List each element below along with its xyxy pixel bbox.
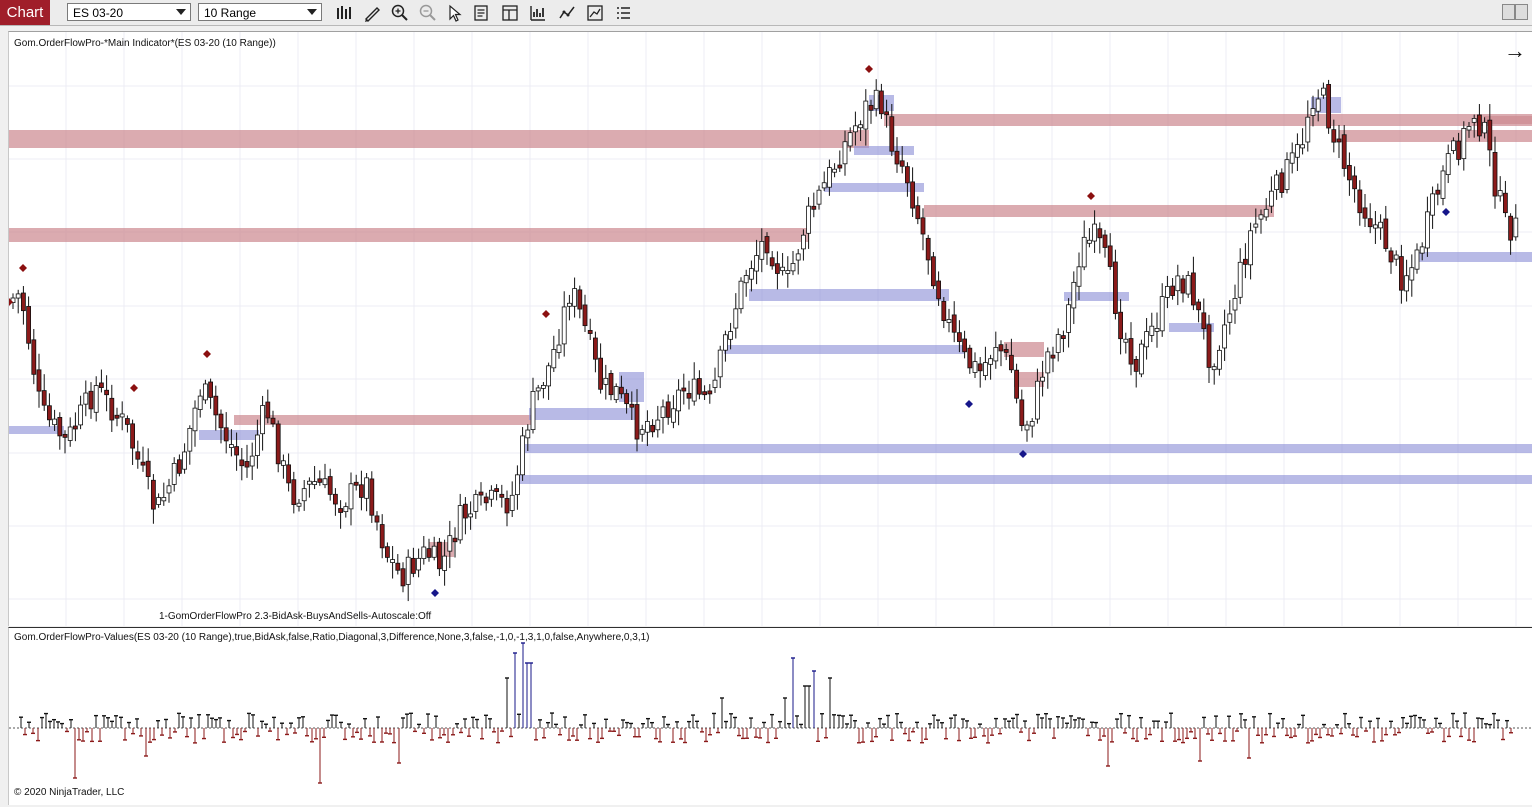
chart-tab[interactable]: Chart (0, 0, 50, 25)
pointer-icon[interactable] (445, 3, 465, 23)
values-histogram[interactable] (9, 628, 1532, 805)
chart-trader-icon[interactable] (528, 3, 548, 23)
values-panel[interactable]: Gom.OrderFlowPro-Values(ES 03-20 (10 Ran… (8, 627, 1532, 805)
restore-button[interactable] (1502, 4, 1515, 20)
indicators-icon[interactable] (557, 3, 577, 23)
window-controls (1502, 4, 1528, 22)
chart-toolbar: Chart ES 03-20 10 Range (0, 0, 1532, 26)
templates-icon[interactable] (500, 3, 520, 23)
price-panel[interactable]: Gom.OrderFlowPro-*Main Indicator*(ES 03-… (8, 31, 1532, 626)
bar-style-icon[interactable] (334, 3, 354, 23)
copyright-label: © 2020 NinjaTrader, LLC (14, 787, 125, 798)
properties-icon[interactable] (613, 3, 633, 23)
bar-type-value: 10 Range (204, 6, 257, 20)
price-chart[interactable] (9, 32, 1532, 626)
strategies-icon[interactable] (585, 3, 605, 23)
order-flow-zones (9, 95, 1532, 557)
data-box-icon[interactable] (472, 3, 492, 23)
candlesticks (10, 79, 1519, 602)
instrument-value: ES 03-20 (73, 6, 124, 20)
indicator-footer-label: 1-GomOrderFlowPro 2.3-BidAsk-BuysAndSell… (159, 611, 432, 622)
chevron-down-icon (176, 9, 186, 15)
maximize-button[interactable] (1515, 4, 1528, 20)
chevron-down-icon (307, 9, 317, 15)
price-panel-title: Gom.OrderFlowPro-*Main Indicator*(ES 03-… (14, 38, 276, 49)
values-panel-title: Gom.OrderFlowPro-Values(ES 03-20 (10 Ran… (14, 632, 650, 643)
zoom-in-icon[interactable] (390, 3, 410, 23)
bar-type-selector[interactable]: 10 Range (198, 3, 322, 21)
zoom-out-icon[interactable] (418, 3, 438, 23)
arrow-right-icon[interactable]: → (1504, 40, 1526, 62)
histogram-bars (19, 642, 1513, 784)
instrument-selector[interactable]: ES 03-20 (67, 3, 191, 21)
draw-tool-icon[interactable] (362, 3, 382, 23)
